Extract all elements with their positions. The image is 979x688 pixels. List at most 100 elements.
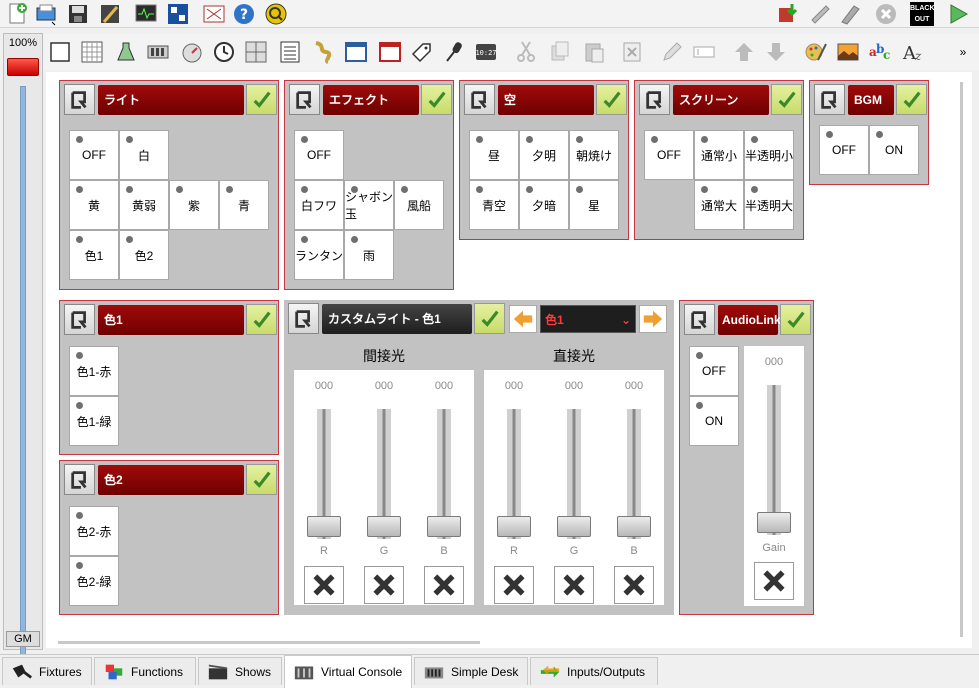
- frame-collapse-button[interactable]: [639, 84, 670, 115]
- reset-button[interactable]: [494, 566, 534, 604]
- slider-handle[interactable]: [757, 512, 791, 533]
- effect-button-white-fuwa[interactable]: 白フワ: [294, 180, 344, 230]
- about-icon[interactable]: [264, 2, 288, 26]
- frame-enable-button[interactable]: [474, 303, 505, 334]
- slider-handle[interactable]: [497, 516, 531, 537]
- blackout-icon[interactable]: BLACK OUT: [908, 2, 936, 26]
- indirect-g-slider[interactable]: 000 G: [364, 380, 404, 605]
- sky-button-stars[interactable]: 星: [569, 180, 619, 230]
- screen-button-off[interactable]: OFF: [644, 130, 694, 180]
- frame-enable-button[interactable]: [596, 84, 627, 115]
- color2-button-red[interactable]: 色2-赤: [69, 506, 119, 556]
- slider-handle[interactable]: [557, 516, 591, 537]
- frame-collapse-button[interactable]: [289, 84, 320, 115]
- sky-button-evening-dark[interactable]: 夕暗: [519, 180, 569, 230]
- frame-collapse-button[interactable]: [64, 304, 95, 335]
- direct-b-slider[interactable]: 000 B: [614, 380, 654, 605]
- delete-icon[interactable]: [620, 40, 644, 64]
- frame-collapse-button[interactable]: [464, 84, 495, 115]
- reset-button[interactable]: [424, 566, 464, 604]
- monitor-icon[interactable]: [134, 2, 158, 26]
- add-clock-icon[interactable]: 10:27: [474, 40, 498, 64]
- cut-icon[interactable]: [514, 40, 538, 64]
- font-icon[interactable]: Az: [902, 40, 926, 64]
- stop-functions-icon[interactable]: [874, 2, 898, 26]
- audiolink-button-on[interactable]: ON: [689, 396, 739, 446]
- color1-button-green[interactable]: 色1-緑: [69, 396, 119, 446]
- light-button-color1[interactable]: 色1: [69, 230, 119, 280]
- previous-page-button[interactable]: [509, 305, 537, 333]
- color1-button-red[interactable]: 色1-赤: [69, 346, 119, 396]
- address-tool-icon[interactable]: [166, 2, 190, 26]
- screen-button-translucent-small[interactable]: 半透明小: [744, 130, 794, 180]
- direct-g-slider[interactable]: 000 G: [554, 380, 594, 605]
- light-button-white[interactable]: 白: [119, 130, 169, 180]
- move-up-icon[interactable]: [732, 40, 756, 64]
- design-mode-icon[interactable]: [98, 2, 122, 26]
- background-image-icon[interactable]: [836, 40, 860, 64]
- sky-button-morning-glow[interactable]: 朝焼け: [569, 130, 619, 180]
- effect-button-bubbles[interactable]: シャボン玉: [344, 180, 394, 230]
- screen-button-translucent-large[interactable]: 半透明大: [744, 180, 794, 230]
- move-down-icon[interactable]: [764, 40, 788, 64]
- reset-button[interactable]: [554, 566, 594, 604]
- add-frame-icon[interactable]: [344, 40, 368, 64]
- frame-collapse-button[interactable]: [684, 304, 715, 335]
- tab-fixtures[interactable]: Fixtures: [2, 657, 92, 685]
- slider-handle[interactable]: [427, 516, 461, 537]
- vertical-scrollbar[interactable]: [960, 82, 963, 637]
- color2-button-green[interactable]: 色2-緑: [69, 556, 119, 606]
- open-icon[interactable]: [34, 2, 58, 26]
- edit-properties-icon[interactable]: [660, 40, 684, 64]
- rename-icon[interactable]: [692, 40, 716, 64]
- tab-functions[interactable]: Functions: [94, 657, 196, 685]
- tab-shows[interactable]: Shows: [198, 657, 282, 685]
- light-button-blue[interactable]: 青: [219, 180, 269, 230]
- frame-enable-button[interactable]: [246, 84, 277, 115]
- effect-button-balloon[interactable]: 風船: [394, 180, 444, 230]
- effect-button-off[interactable]: OFF: [294, 130, 344, 180]
- tab-simple-desk[interactable]: Simple Desk: [414, 657, 528, 685]
- bgm-button-on[interactable]: ON: [869, 125, 919, 175]
- frame-enable-button[interactable]: [246, 464, 277, 495]
- add-button-matrix-icon[interactable]: [80, 40, 104, 64]
- screen-button-normal-small[interactable]: 通常小: [694, 130, 744, 180]
- screen-button-normal-large[interactable]: 通常大: [694, 180, 744, 230]
- sky-button-day[interactable]: 昼: [469, 130, 519, 180]
- light-button-yellow-weak[interactable]: 黄弱: [119, 180, 169, 230]
- sky-button-blue-sky[interactable]: 青空: [469, 180, 519, 230]
- panic-icon[interactable]: [838, 2, 862, 26]
- add-audio-triggers-icon[interactable]: [310, 40, 334, 64]
- help-icon[interactable]: ?: [232, 2, 256, 26]
- add-slider-matrix-icon[interactable]: [146, 40, 170, 64]
- next-page-button[interactable]: [639, 305, 667, 333]
- direct-r-slider[interactable]: 000 R: [494, 380, 534, 605]
- reset-button[interactable]: [614, 566, 654, 604]
- background-color-icon[interactable]: [804, 40, 828, 64]
- frame-enable-button[interactable]: [246, 304, 277, 335]
- add-cue-list-icon[interactable]: [278, 40, 302, 64]
- add-xy-pad-icon[interactable]: [244, 40, 268, 64]
- paste-icon[interactable]: [582, 40, 606, 64]
- grand-master-handle[interactable]: [7, 58, 39, 76]
- reset-button[interactable]: [754, 562, 794, 600]
- sky-button-evening-bright[interactable]: 夕明: [519, 130, 569, 180]
- light-button-yellow[interactable]: 黄: [69, 180, 119, 230]
- add-label-icon[interactable]: [410, 40, 434, 64]
- horizontal-scrollbar[interactable]: [58, 641, 480, 644]
- frame-collapse-button[interactable]: [814, 84, 845, 115]
- fullscreen-icon[interactable]: [202, 2, 226, 26]
- light-button-color2[interactable]: 色2: [119, 230, 169, 280]
- frame-collapse-button[interactable]: [288, 303, 319, 334]
- add-button-icon[interactable]: [48, 40, 72, 64]
- page-select[interactable]: 色1 ⌄: [540, 305, 636, 333]
- add-knob-icon[interactable]: [180, 40, 204, 64]
- add-speed-dial-icon[interactable]: [212, 40, 236, 64]
- toolbar-overflow-icon[interactable]: »: [956, 40, 970, 64]
- live-edit-icon[interactable]: [776, 2, 800, 26]
- tab-virtual-console[interactable]: Virtual Console: [284, 655, 412, 688]
- play-icon[interactable]: [946, 2, 970, 26]
- tab-inputs-outputs[interactable]: Inputs/Outputs: [530, 657, 658, 685]
- frame-collapse-button[interactable]: [64, 84, 95, 115]
- slider-handle[interactable]: [307, 516, 341, 537]
